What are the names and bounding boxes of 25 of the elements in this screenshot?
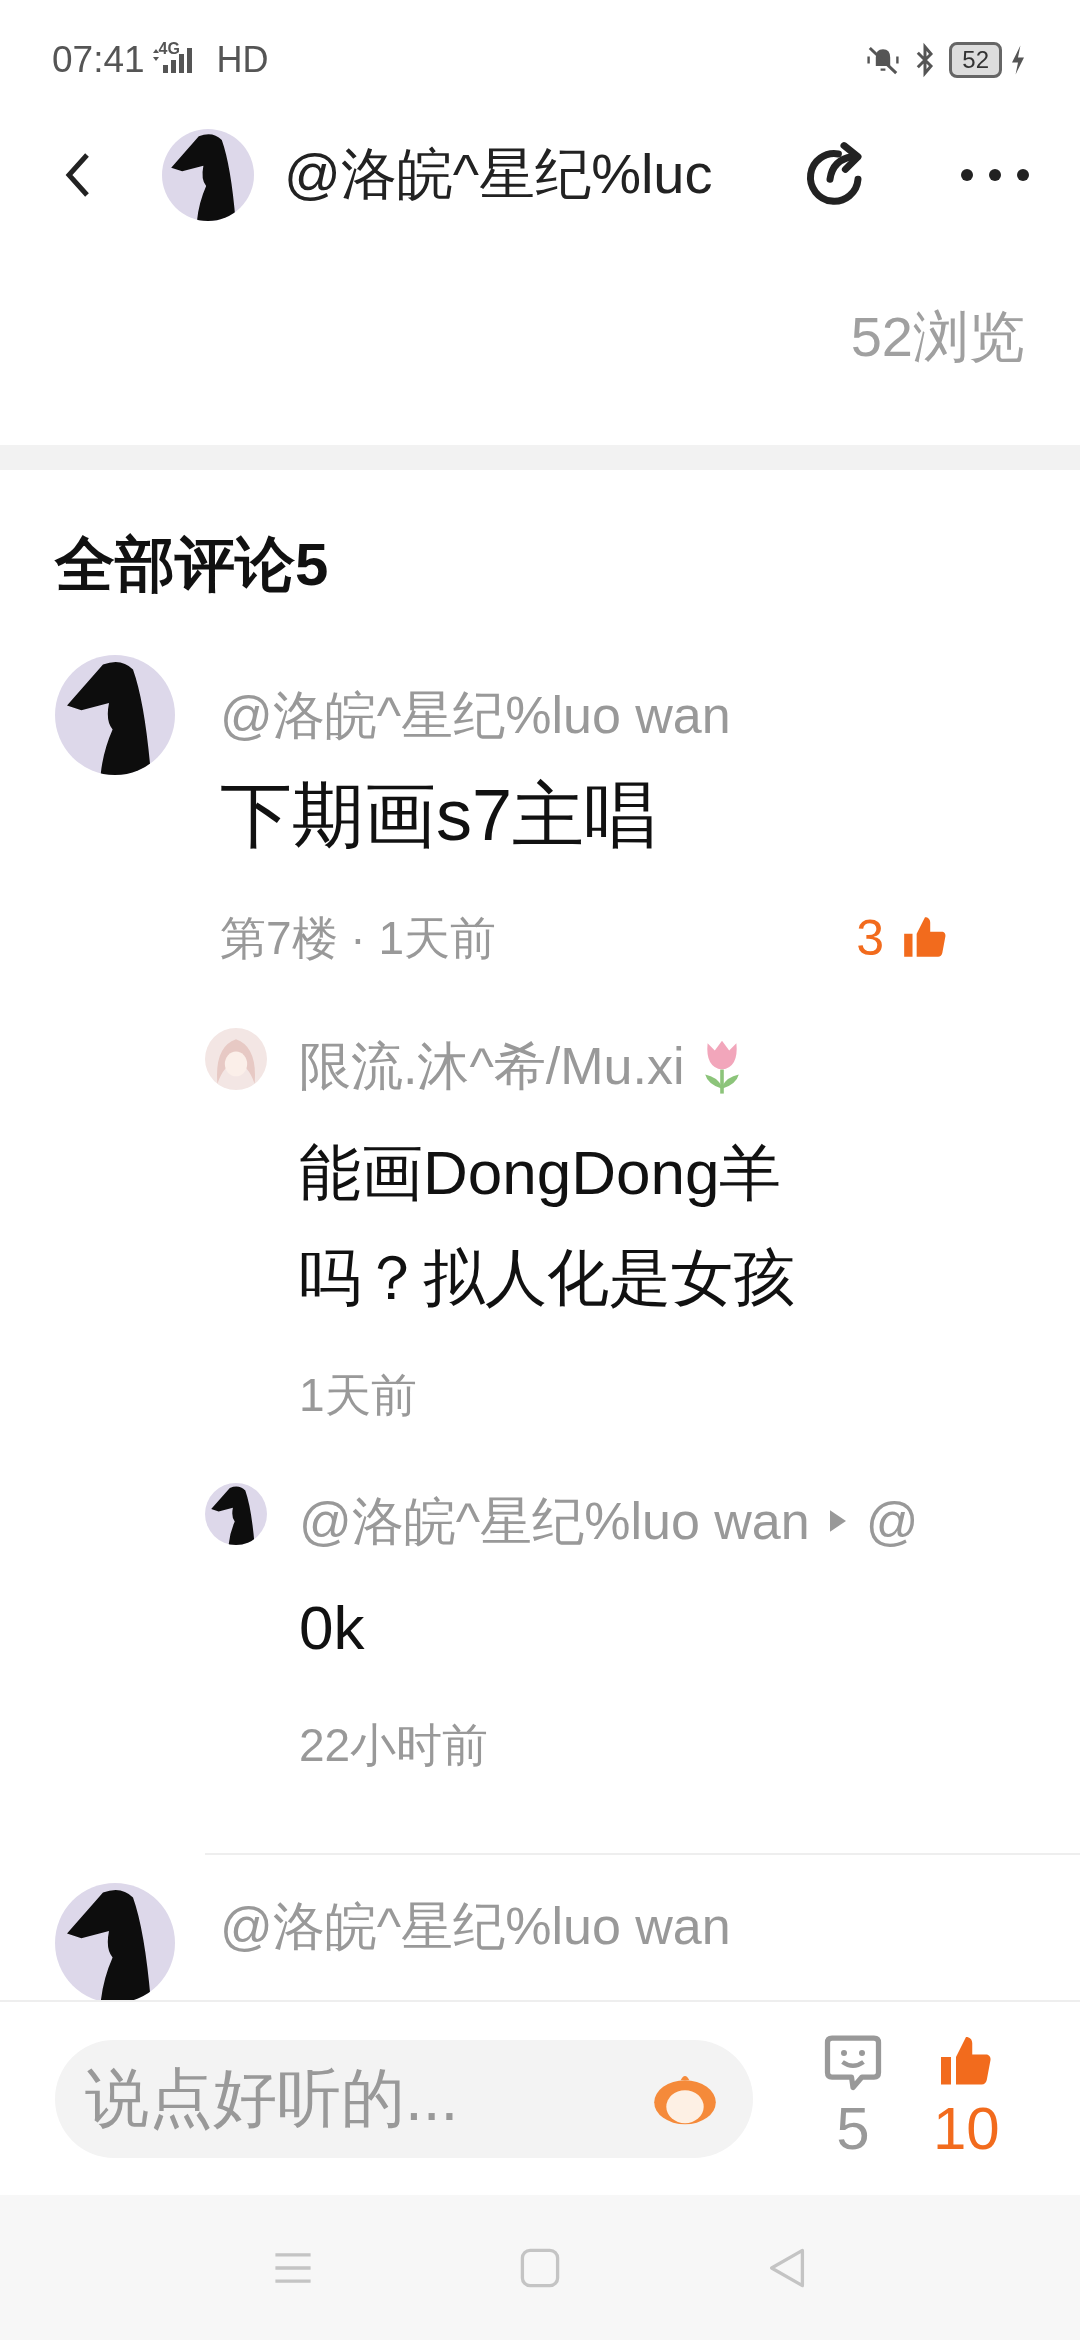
comment-input[interactable]: 说点好听的... bbox=[55, 2039, 753, 2158]
view-count: 52浏览 bbox=[850, 303, 1025, 370]
avatar bbox=[205, 1028, 267, 1090]
like-count: 3 bbox=[856, 909, 884, 968]
status-time: 07:41 bbox=[52, 39, 145, 81]
comment-text: 下期画s7主唱 bbox=[220, 774, 658, 857]
reply-time: 22小时前 bbox=[299, 1718, 490, 1773]
battery-level: 52 bbox=[962, 46, 989, 73]
reply-time: 1天前 bbox=[299, 1368, 418, 1423]
reply-author[interactable]: 限流.沐^希/Mu.xi bbox=[299, 1028, 685, 1104]
comment-count: 5 bbox=[836, 2093, 870, 2164]
comment-meta: 第7楼 · 1天前 bbox=[220, 911, 497, 966]
like-count: 10 bbox=[933, 2093, 1000, 2164]
reply-author[interactable]: @洛皖^星纪%luo wan bbox=[299, 1483, 810, 1559]
comments-heading: 全部评论5 bbox=[53, 530, 330, 600]
more-icon[interactable] bbox=[960, 168, 1030, 182]
network-label: 4G bbox=[158, 40, 181, 58]
reply-text: 能画DongDong羊吗？拟人化是女孩 bbox=[299, 1137, 796, 1314]
reply-arrow-icon bbox=[829, 1509, 846, 1533]
comment-author[interactable]: @洛皖^星纪%luo wan bbox=[220, 655, 1080, 755]
reply-text: 0k bbox=[299, 1592, 366, 1664]
reply-target[interactable]: @ bbox=[865, 1483, 919, 1559]
header-title: @洛皖^星纪%luc bbox=[284, 141, 714, 207]
hd-label: HD bbox=[216, 39, 269, 81]
comment-author[interactable]: @洛皖^星纪%luo wan bbox=[220, 1883, 1080, 1959]
